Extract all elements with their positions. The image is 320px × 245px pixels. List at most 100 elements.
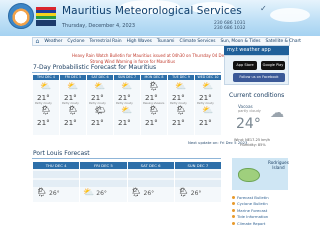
nav-item-cyclone[interactable]: Cyclone	[65, 38, 87, 45]
site-title[interactable]: Mauritius Meteorological Services	[62, 5, 242, 17]
day-label: THU DEC 4	[33, 75, 59, 80]
current-condition: partly cloudy	[238, 109, 261, 113]
rodrigues-label: Rodrigues Island	[268, 160, 289, 170]
link-label: Cyclone Bulletin	[237, 201, 268, 207]
page: Mauritius Meteorological Services Thursd…	[0, 0, 320, 245]
port-louis-day[interactable]: FRI DEC 5 ⛅ 26°	[80, 162, 127, 202]
nav-item-tsunami[interactable]: Tsunami	[154, 38, 177, 45]
forecast-row	[127, 171, 174, 178]
forecast-title: 7-Day Probabilistic Forecast for Mauriti…	[33, 64, 157, 71]
section-divider	[32, 72, 221, 73]
weather-icon: ⛅	[202, 82, 214, 92]
condition-text: Partly cloudy	[116, 102, 133, 105]
port-louis-title: Port Louis Forecast	[33, 150, 90, 157]
weather-icon: 🌦	[67, 106, 79, 116]
bullet-icon	[232, 208, 235, 212]
weather-icon: ⛅	[202, 106, 214, 116]
current-conditions-title: Current conditions	[229, 92, 285, 99]
temperature: 21°	[172, 118, 185, 127]
nav-item-satellite-chart[interactable]: Satellite & Chart	[263, 38, 304, 45]
google-play-button[interactable]: Google Play	[261, 61, 285, 70]
nav-item-weather[interactable]: Weather	[42, 38, 65, 45]
link-label: Tide Information	[237, 214, 269, 220]
forecast-day[interactable]: SUN DEC 7 ⛅ 21° Partly cloudy ⛅ 21°	[114, 75, 140, 135]
weather-icon: ⛅	[83, 188, 95, 198]
temperature: 21°	[145, 118, 158, 127]
forecast-day[interactable]: SAT DEC 6 ⛅ 21° Partly cloudy 🌤 21°	[87, 75, 113, 135]
forecast-row	[80, 180, 127, 187]
day-label: SUN DEC 7	[174, 162, 221, 169]
nav-item-climate-services[interactable]: Climate Services	[177, 38, 218, 45]
home-icon[interactable]: ⌂	[33, 38, 42, 45]
day-label: FRI DEC 5	[80, 162, 127, 169]
weather-icon: 🌦	[36, 188, 48, 198]
weather-icon: 🌦	[177, 188, 190, 198]
nav-item-sun-moon-tides[interactable]: Sun, Moon & Tides	[218, 38, 263, 45]
weather-icon: ⛅	[121, 106, 133, 116]
notice-heavy-rain[interactable]: Heavy Rain Watch Bulletin for Mauritius …	[72, 53, 224, 58]
forecast-day[interactable]: MON DEC 8 🌦 21° Passing showers 🌦 21°	[141, 75, 167, 135]
day-label: SUN DEC 7	[114, 75, 140, 80]
current-wind: Wind: NE17-25 km/h	[234, 138, 271, 142]
day-label: SAT DEC 6	[127, 162, 174, 169]
temperature: 21°	[91, 93, 104, 102]
forecast-row	[33, 171, 80, 178]
weather-icon: 🌦	[148, 106, 160, 116]
temperature: 26°	[96, 190, 107, 197]
condition-text: Partly cloudy	[62, 102, 79, 105]
facebook-button[interactable]: Follow us on Facebook	[233, 73, 285, 82]
weather-app-heading: my.t weather app	[224, 46, 289, 55]
main-nav: ⌂ Weather Cyclone Terrestrial Rain High …	[32, 37, 301, 46]
weather-icon: 🌤	[94, 106, 106, 116]
port-louis-day[interactable]: SUN DEC 7 🌦 26°	[174, 162, 221, 202]
weather-icon: ⛅	[94, 82, 106, 92]
header-date: Thursday, December 4, 2023	[62, 23, 136, 29]
app-promo-box: App Store Google Play Follow us on Faceb…	[224, 55, 289, 85]
link-label: Marine Forecast	[237, 207, 268, 213]
forecast-row	[127, 180, 174, 187]
port-louis-day[interactable]: SAT DEC 6 🌦 26°	[127, 162, 174, 202]
sidebar-link[interactable]: Climate Report	[232, 220, 288, 227]
forecast-day[interactable]: WED DEC 10 ⛅ 21° Partly cloudy ⛅ 21°	[195, 75, 221, 135]
forecast-day[interactable]: THU DEC 4 ⛅ 21° Partly cloudy 🌦 21°	[33, 75, 59, 135]
site-header: Mauritius Meteorological Services Thursd…	[0, 0, 320, 36]
temperature: 26°	[143, 190, 155, 197]
weather-icon: 🌦	[148, 82, 160, 92]
condition-text: Partly cloudy	[197, 102, 214, 105]
weather-icon: ⛅	[175, 82, 187, 92]
link-label: Forecast Bulletin	[237, 194, 269, 200]
section-divider	[32, 158, 221, 159]
forecast-day[interactable]: FRI DEC 5 ⛅ 21° Partly cloudy 🌦 21°	[60, 75, 86, 135]
weather-icon: 🌦	[175, 106, 187, 116]
header-contact: 230 686 1031 230 686 1032	[214, 21, 246, 31]
mauritius-flag-icon	[36, 7, 56, 19]
forecast-grid: THU DEC 4 ⛅ 21° Partly cloudy 🌦 21° FRI …	[33, 75, 221, 135]
temperature: 21°	[64, 118, 77, 127]
condition-text: Partly cloudy	[35, 102, 52, 105]
logo-plate	[36, 20, 56, 26]
day-label: WED DEC 10	[195, 75, 221, 80]
app-store-button[interactable]: App Store	[233, 61, 257, 70]
temperature: 21°	[37, 118, 50, 127]
mms-logo[interactable]	[8, 3, 34, 29]
current-humidity: Humidity: 85%	[240, 143, 266, 147]
forecast-row	[33, 180, 80, 187]
weather-icon: ⛅	[121, 82, 133, 92]
temperature: 21°	[199, 118, 212, 127]
nav-item-high-waves[interactable]: High Waves	[124, 38, 154, 45]
temperature: 21°	[64, 93, 77, 102]
nav-item-terrestrial-rain[interactable]: Terrestrial Rain	[87, 38, 124, 45]
port-louis-day[interactable]: THU DEC 4 🌦 26°	[33, 162, 80, 202]
weather-icon: ⛅	[40, 82, 52, 92]
day-label: THU DEC 4	[33, 162, 80, 169]
weather-icon: 🌦	[130, 188, 142, 198]
bullet-icon	[232, 195, 235, 199]
condition-text: Passing showers	[143, 102, 165, 105]
island-shape	[238, 168, 260, 182]
cloud-icon: ☁	[270, 105, 284, 121]
temperature: 26°	[49, 190, 60, 197]
temperature: 26°	[190, 190, 202, 197]
forecast-day[interactable]: TUE DEC 9 ⛅ 21° Partly cloudy 🌦 21°	[168, 75, 194, 135]
link-label: Climate Report	[237, 220, 266, 226]
bullet-icon	[232, 215, 235, 219]
